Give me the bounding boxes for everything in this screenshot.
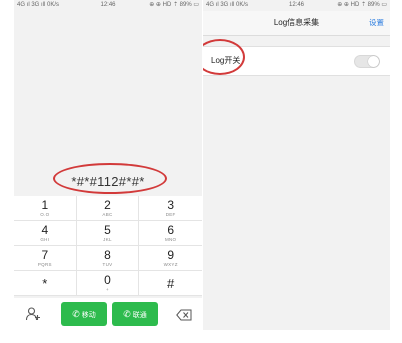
call-unicom-button[interactable]: ✆ 联通 <box>112 302 158 326</box>
key-2[interactable]: 2 ABC <box>76 196 140 221</box>
navigation-bar: Log信息采集 设置 <box>203 11 390 36</box>
keypad: 1 O.O 2 ABC 3 DEF 4 GHI 5 JKL 6 MNO 7 PQRS 8 TUV… <box>14 196 202 296</box>
settings-link[interactable]: 设置 <box>369 11 384 35</box>
key-hash[interactable]: # <box>139 271 202 296</box>
key-5[interactable]: 5 JKL <box>76 221 140 246</box>
key-letters: MNO <box>164 237 177 242</box>
dialed-number: *#*#112#*#* <box>71 174 145 189</box>
call-mobile-button[interactable]: ✆ 移动 <box>61 302 107 326</box>
key-1[interactable]: 1 O.O <box>14 196 77 221</box>
dialer-action-row: ✆ 移动 ✆ 联通 <box>14 298 202 330</box>
key-digit: 3 <box>167 198 174 212</box>
key-7[interactable]: 7 PQRS <box>14 246 77 271</box>
call-mobile-label: 移动 <box>81 312 96 319</box>
status-bar: 4G ıl 3G ıll 0K/s 12:46 ⊕ ⊕ HD ⇡ 89% ▭ <box>14 0 202 11</box>
key-digit: 1 <box>41 198 49 212</box>
status-bar: 4G ıl 3G ıll 0K/s 12:46 ⊕ ⊕ HD ⇡ 89% ▭ <box>203 0 390 11</box>
key-digit: 4 <box>41 223 49 237</box>
key-digit: 0 <box>104 273 111 287</box>
key-digit: 2 <box>104 198 111 212</box>
key-digit: * <box>42 276 48 291</box>
key-3[interactable]: 3 DEF <box>139 196 202 221</box>
add-contact-button[interactable] <box>25 306 41 322</box>
key-star[interactable]: * <box>14 271 77 296</box>
page-title: Log信息采集 <box>273 18 320 27</box>
log-switch-row: Log开关 <box>203 39 390 76</box>
key-digit: # <box>167 276 175 291</box>
backspace-icon <box>176 309 192 321</box>
backspace-button[interactable] <box>176 308 192 321</box>
key-letters: WXYZ <box>163 262 178 267</box>
key-letters: ABC <box>102 212 113 217</box>
key-digit: 5 <box>104 223 111 237</box>
key-4[interactable]: 4 GHI <box>14 221 77 246</box>
phone-handset-icon: ✆ <box>72 309 80 319</box>
toggle-knob <box>368 56 379 67</box>
key-digit: 7 <box>41 248 49 262</box>
key-letters: PQRS <box>37 262 52 267</box>
dialer-screen: 4G ıl 3G ıll 0K/s 12:46 ⊕ ⊕ HD ⇡ 89% ▭ *… <box>14 0 202 330</box>
log-switch-label: Log开关 <box>211 56 241 65</box>
key-letters: JKL <box>103 237 112 242</box>
key-digit: 6 <box>167 223 174 237</box>
person-add-icon <box>25 307 40 321</box>
key-8[interactable]: 8 TUV <box>76 246 140 271</box>
key-6[interactable]: 6 MNO <box>139 221 202 246</box>
key-9[interactable]: 9 WXYZ <box>139 246 202 271</box>
key-letters: GHI <box>40 237 50 242</box>
call-unicom-label: 联通 <box>132 312 147 319</box>
status-icons: ⊕ ⊕ HD ⇡ 89% ▭ <box>149 2 199 8</box>
key-letters: DEF <box>165 212 176 217</box>
key-letters: TUV <box>102 262 113 267</box>
key-0[interactable]: 0 + <box>76 271 140 296</box>
key-letters: + <box>106 287 109 292</box>
status-icons: ⊕ ⊕ HD ⇡ 89% ▭ <box>337 2 387 8</box>
phone-handset-icon: ✆ <box>123 309 131 319</box>
key-digit: 9 <box>167 248 174 262</box>
key-digit: 8 <box>104 248 111 262</box>
log-settings-screen: 4G ıl 3G ıll 0K/s 12:46 ⊕ ⊕ HD ⇡ 89% ▭ L… <box>203 0 390 330</box>
log-switch-toggle[interactable] <box>354 55 380 68</box>
key-letters: O.O <box>40 212 50 217</box>
